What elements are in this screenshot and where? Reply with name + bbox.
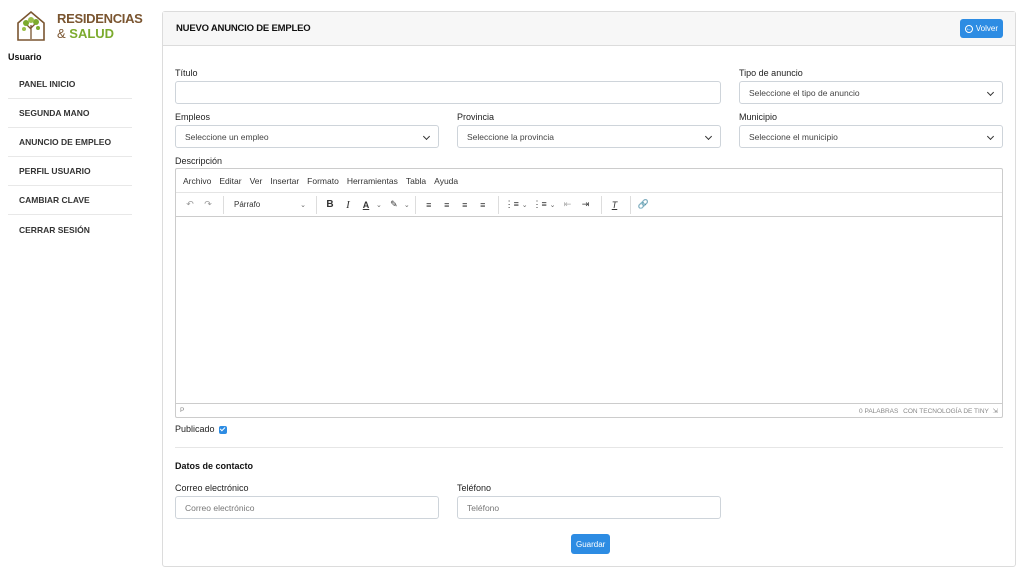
chevron-down-icon[interactable]: ⌄ — [376, 201, 382, 209]
contact-section-title: Datos de contacto — [175, 461, 254, 471]
house-tree-icon — [17, 10, 45, 41]
numbered-list-icon[interactable]: ⋮≡ — [532, 196, 548, 214]
tipo-anuncio-select[interactable]: Seleccione el tipo de anuncio — [739, 81, 1003, 104]
align-left-icon[interactable]: ≡ — [421, 196, 437, 214]
phone-field[interactable]: Teléfono — [457, 496, 721, 519]
editor-statusbar: P 0 PALABRAS CON TECNOLOGÍA DE TINY ⇲ — [176, 403, 1002, 417]
descripcion-label: Descripción — [175, 156, 223, 166]
align-center-icon[interactable]: ≡ — [439, 196, 455, 214]
brand-logo[interactable]: RESIDENCIAS & SALUD — [15, 6, 143, 46]
titulo-input[interactable] — [175, 81, 721, 104]
toolbar-divider — [414, 195, 416, 214]
sidebar: RESIDENCIAS & SALUD Usuario PANEL INICIO… — [0, 0, 148, 573]
outdent-icon[interactable]: ⇤ — [560, 196, 576, 214]
italic-icon[interactable]: I — [340, 196, 356, 214]
menu-herramientas[interactable]: Herramientas — [347, 176, 398, 186]
tipo-anuncio-label: Tipo de anuncio — [739, 68, 803, 78]
publicado-row: Publicado — [175, 424, 228, 434]
menu-ayuda[interactable]: Ayuda — [434, 176, 458, 186]
sidebar-item-perfil-usuario[interactable]: PERFIL USUARIO — [8, 157, 132, 186]
editor-menubar: Archivo Editar Ver Insertar Formato Herr… — [176, 169, 1002, 193]
resize-handle-icon[interactable]: ⇲ — [993, 408, 998, 415]
panel-header: NUEVO ANUNCIO DE EMPLEO ← Volver — [163, 12, 1015, 46]
menu-formato[interactable]: Formato — [307, 176, 339, 186]
sidebar-item-anuncio-empleo[interactable]: ANUNCIO DE EMPLEO — [8, 128, 132, 157]
provincia-label: Provincia — [457, 112, 495, 122]
bullet-list-icon[interactable]: ⋮≡ — [504, 196, 520, 214]
powered-by-link[interactable]: CON TECNOLOGÍA DE TINY — [903, 408, 989, 415]
bold-icon[interactable]: B — [322, 196, 338, 214]
back-button-label: Volver — [975, 24, 998, 33]
toolbar-divider — [223, 195, 224, 214]
provincia-value: Seleccione la provincia — [467, 131, 554, 142]
sidebar-item-cambiar-clave[interactable]: CAMBIAR CLAVE — [8, 186, 132, 215]
block-format-value: Párrafo — [234, 200, 261, 209]
empleos-select[interactable]: Seleccione un empleo — [175, 125, 439, 148]
chevron-down-icon[interactable]: ⌄ — [522, 201, 528, 209]
menu-tabla[interactable]: Tabla — [406, 176, 426, 186]
menu-editar[interactable]: Editar — [219, 176, 241, 186]
chevron-down-icon[interactable]: ⌄ — [550, 201, 556, 209]
sidebar-item-cerrar-sesion[interactable]: CERRAR SESIÓN — [8, 215, 132, 244]
municipio-select[interactable]: Seleccione el municipio — [739, 125, 1003, 148]
rich-text-editor: Archivo Editar Ver Insertar Formato Herr… — [175, 168, 1003, 418]
chevron-down-icon: ⌄ — [300, 201, 306, 209]
redo-icon[interactable]: ↷ — [200, 196, 216, 214]
sidebar-item-panel-inicio[interactable]: PANEL INICIO — [8, 70, 132, 99]
divider — [175, 447, 1003, 448]
email-field[interactable]: Correo electrónico — [175, 496, 439, 519]
text-color-icon[interactable]: A — [358, 196, 374, 214]
titulo-label: Título — [175, 68, 198, 78]
align-right-icon[interactable]: ≡ — [457, 196, 473, 214]
clear-format-icon[interactable]: T — [607, 196, 623, 214]
municipio-label: Municipio — [739, 112, 778, 122]
empleos-value: Seleccione un empleo — [185, 131, 269, 142]
toolbar-divider — [316, 195, 317, 214]
toolbar-divider — [629, 195, 631, 214]
menu-ver[interactable]: Ver — [250, 176, 263, 186]
word-count[interactable]: 0 PALABRAS — [859, 408, 898, 415]
page-title: NUEVO ANUNCIO DE EMPLEO — [176, 23, 311, 34]
municipio-value: Seleccione el municipio — [749, 131, 838, 142]
back-button[interactable]: ← Volver — [959, 19, 1003, 38]
back-circle-icon: ← — [964, 24, 973, 33]
block-format-select[interactable]: Párrafo ⌄ — [229, 196, 311, 214]
user-section-label: Usuario — [8, 52, 42, 62]
brand-name-line1: RESIDENCIAS — [57, 11, 143, 26]
save-button[interactable]: Guardar — [571, 534, 611, 554]
editor-content-area[interactable] — [176, 217, 1002, 403]
highlight-color-icon[interactable]: ✎ — [386, 196, 402, 214]
element-path[interactable]: P — [180, 407, 184, 414]
toolbar-divider — [497, 195, 499, 214]
chevron-down-icon[interactable]: ⌄ — [404, 201, 410, 209]
sidebar-nav: PANEL INICIO SEGUNDA MANO ANUNCIO DE EMP… — [8, 70, 132, 244]
editor-toolbar: ↶ ↷ Párrafo ⌄ B I A ⌄ ✎ ⌄ ≡ ≡ ≡ ≡ ⋮≡ ⌄ ⋮… — [176, 193, 1002, 217]
editor-status-right: 0 PALABRAS CON TECNOLOGÍA DE TINY ⇲ — [859, 407, 998, 415]
indent-icon[interactable]: ⇥ — [578, 196, 594, 214]
email-label: Correo electrónico — [175, 483, 249, 493]
empleos-label: Empleos — [175, 112, 211, 122]
provincia-select[interactable]: Seleccione la provincia — [457, 125, 721, 148]
undo-icon[interactable]: ↶ — [182, 196, 198, 214]
link-icon[interactable]: 🔗 — [636, 196, 652, 214]
job-ad-form-panel: NUEVO ANUNCIO DE EMPLEO ← Volver Título … — [162, 11, 1016, 567]
toolbar-divider — [600, 195, 602, 214]
menu-archivo[interactable]: Archivo — [183, 176, 211, 186]
phone-label: Teléfono — [457, 483, 492, 493]
brand-name-line2: & SALUD — [57, 26, 115, 41]
publicado-label: Publicado — [175, 424, 215, 434]
sidebar-item-segunda-mano[interactable]: SEGUNDA MANO — [8, 99, 132, 128]
publicado-checkbox[interactable] — [219, 425, 228, 434]
tipo-anuncio-value: Seleccione el tipo de anuncio — [749, 87, 860, 98]
menu-insertar[interactable]: Insertar — [270, 176, 299, 186]
align-justify-icon[interactable]: ≡ — [475, 196, 491, 214]
